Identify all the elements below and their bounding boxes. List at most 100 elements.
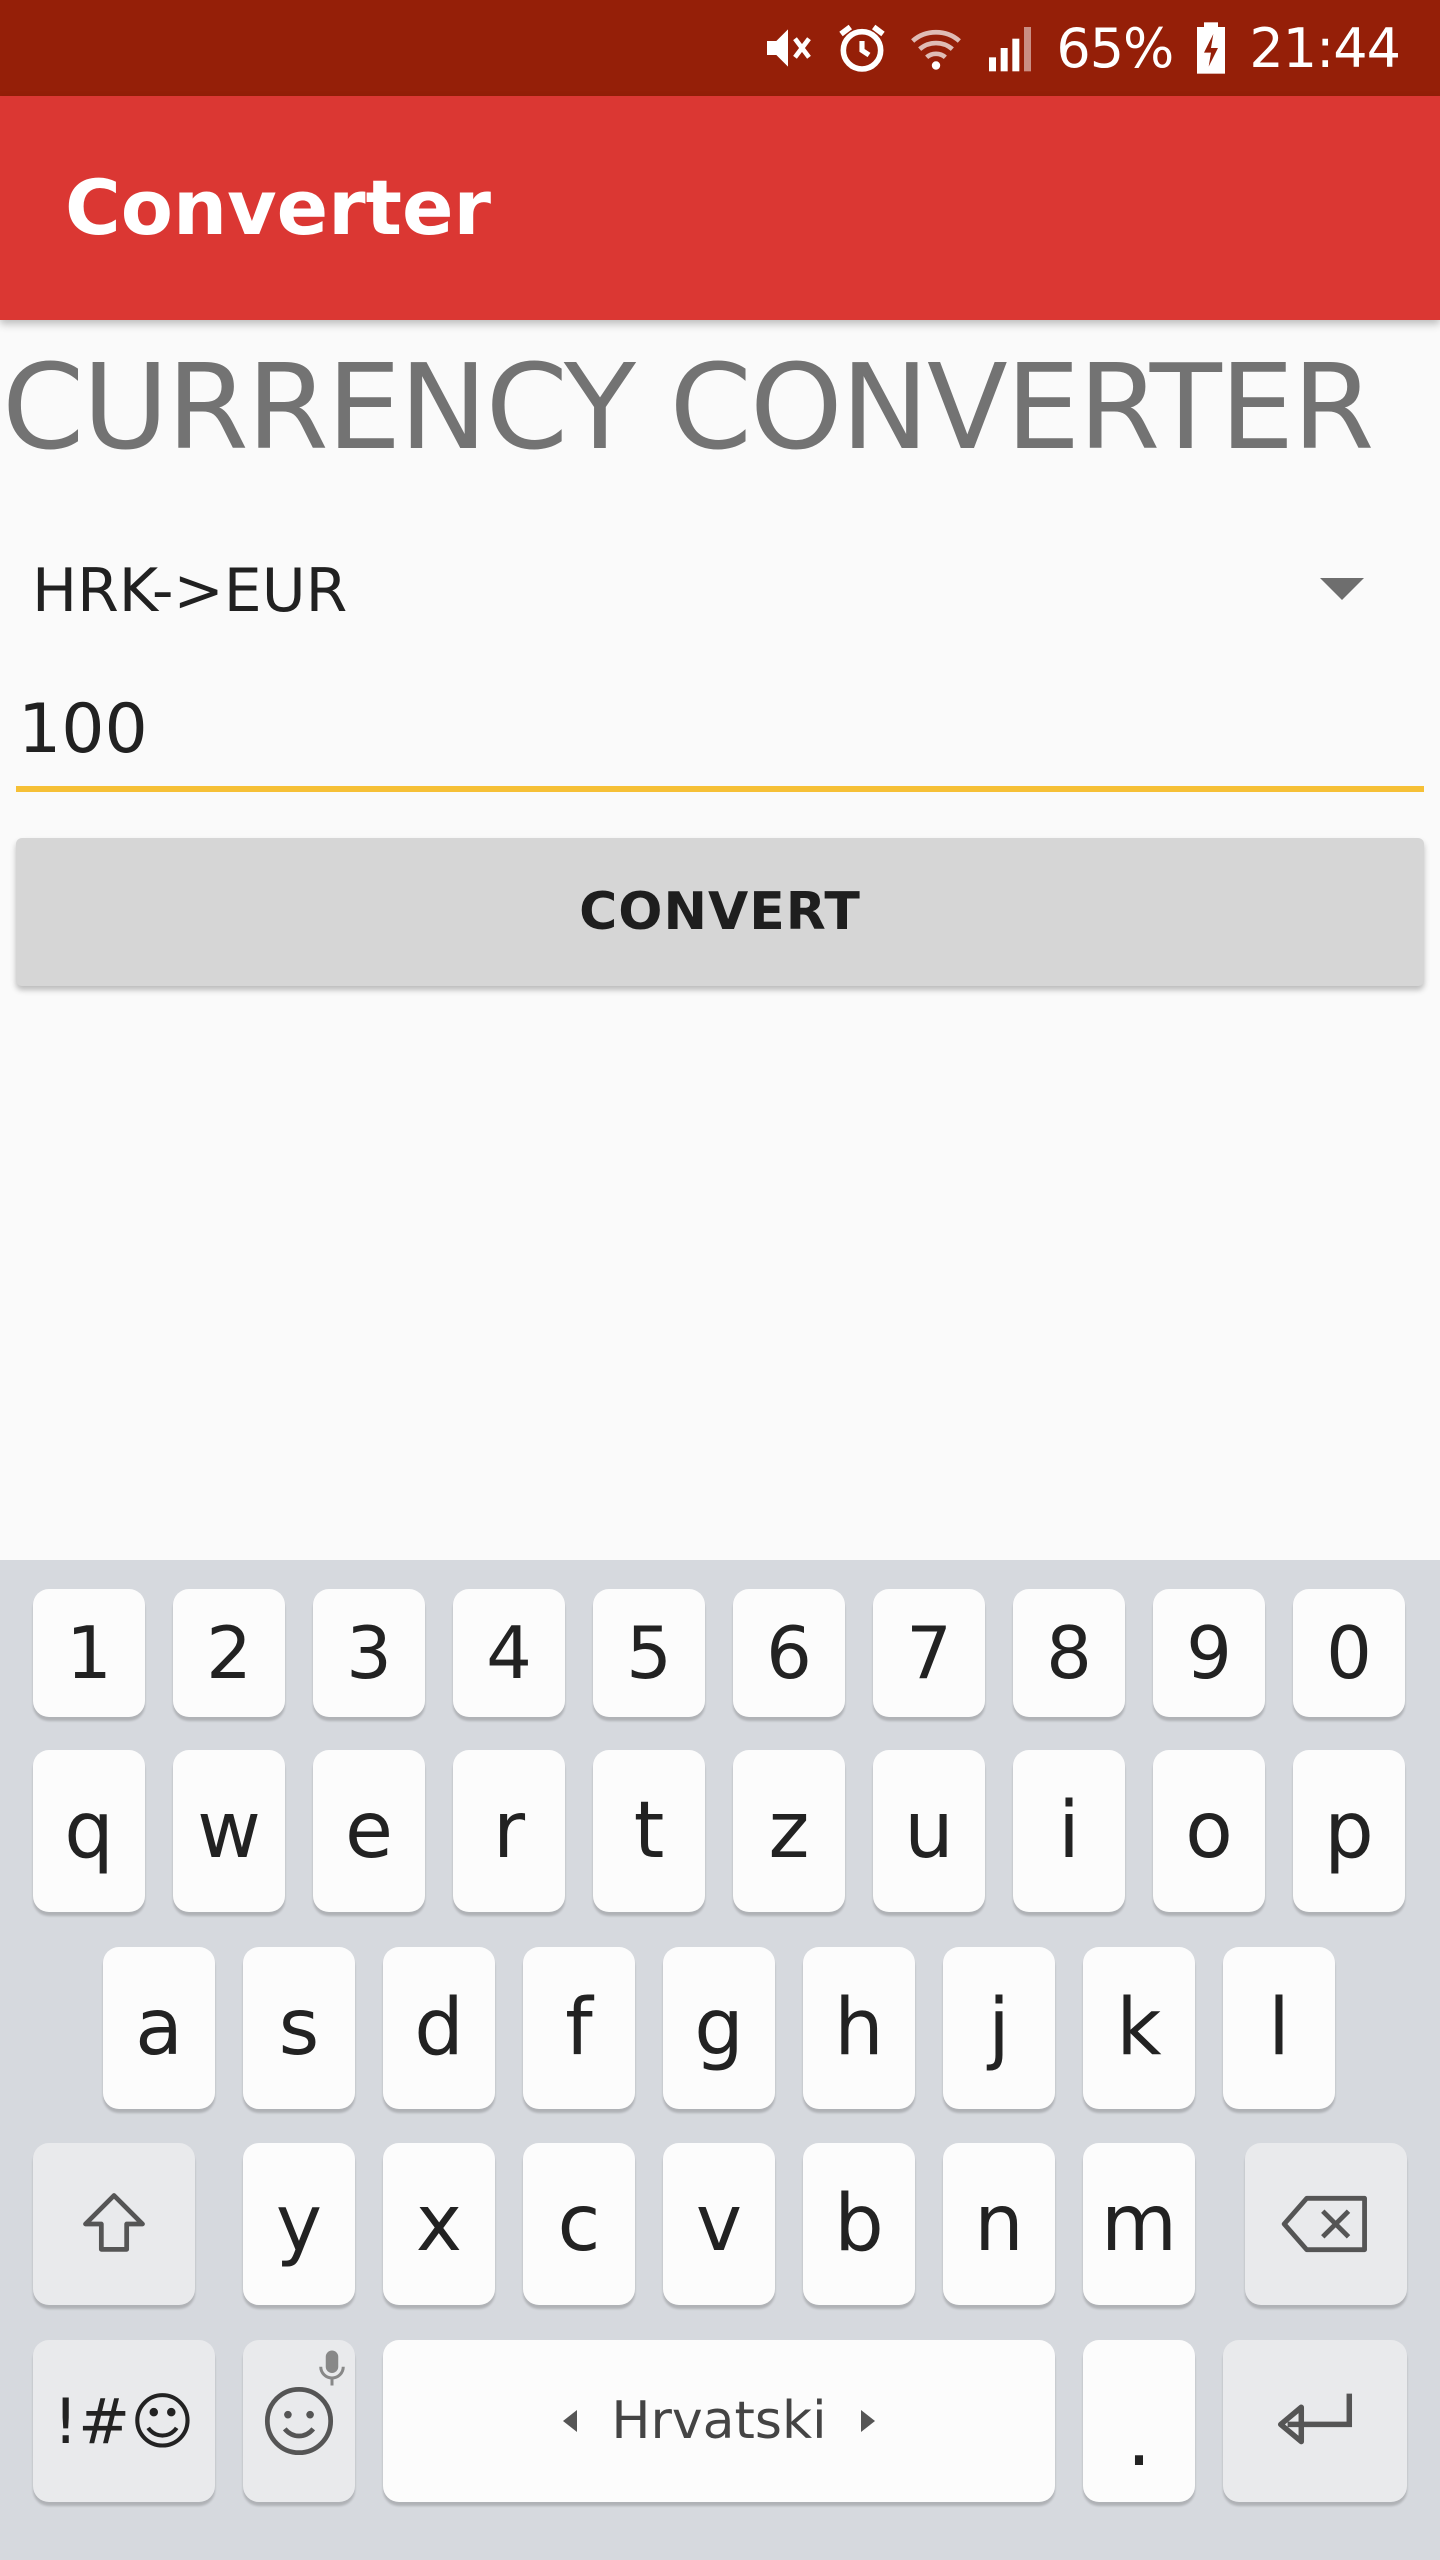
key-label: c [557,2179,601,2269]
key-label: 3 [346,1611,392,1695]
key-label: t [633,1786,665,1876]
key-label: 6 [766,1611,812,1695]
key-label: n [974,2179,1024,2269]
key-j[interactable]: j [943,1947,1055,2109]
key-g[interactable]: g [663,1947,775,2109]
key-label: q [64,1786,114,1876]
key-r[interactable]: r [453,1750,565,1912]
space-key-label: Hrvatski [611,2391,827,2451]
key-h[interactable]: h [803,1947,915,2109]
key-c[interactable]: c [523,2143,635,2305]
key-1[interactable]: 1 [33,1589,145,1717]
soft-keyboard: 1 2 3 4 5 6 7 8 9 0 q w e r t z u i o p … [0,1560,1440,2560]
dropdown-arrow-icon [1320,578,1364,600]
key-label: !#☺ [53,2384,195,2458]
shift-key[interactable] [33,2143,195,2305]
key-label: o [1185,1786,1233,1876]
key-label: . [1126,2394,1152,2484]
key-label: 0 [1326,1611,1372,1695]
key-label: m [1101,2179,1177,2269]
battery-percent: 65% [1056,16,1174,80]
key-7[interactable]: 7 [873,1589,985,1717]
key-e[interactable]: e [313,1750,425,1912]
key-n[interactable]: n [943,2143,1055,2305]
key-label: 7 [906,1611,952,1695]
key-s[interactable]: s [243,1947,355,2109]
period-key[interactable]: . [1083,2340,1195,2502]
key-a[interactable]: a [103,1947,215,2109]
key-label: x [415,2179,463,2269]
key-d[interactable]: d [383,1947,495,2109]
key-f[interactable]: f [523,1947,635,2109]
key-8[interactable]: 8 [1013,1589,1125,1717]
key-label: 1 [66,1611,112,1695]
backspace-key[interactable] [1245,2143,1407,2305]
emoji-key[interactable] [243,2340,355,2502]
key-label: s [278,1983,320,2073]
key-z[interactable]: z [733,1750,845,1912]
key-label: k [1116,1983,1162,2073]
symbols-key[interactable]: !#☺ [33,2340,215,2502]
key-2[interactable]: 2 [173,1589,285,1717]
shift-icon [83,2193,145,2252]
key-x[interactable]: x [383,2143,495,2305]
backspace-icon [1281,2195,1367,2253]
key-4[interactable]: 4 [453,1589,565,1717]
key-q[interactable]: q [33,1750,145,1912]
key-u[interactable]: u [873,1750,985,1912]
currency-pair-value: HRK->EUR [32,556,348,626]
app-title: Converter [65,163,492,252]
battery-charging-icon [1191,20,1231,76]
key-y[interactable]: y [243,2143,355,2305]
currency-pair-dropdown[interactable]: HRK->EUR [16,530,1424,650]
key-3[interactable]: 3 [313,1589,425,1717]
status-icons: 65% 21:44 [760,0,1401,96]
key-label: j [988,1983,1010,2073]
key-o[interactable]: o [1153,1750,1265,1912]
amount-value: 100 [18,690,148,769]
key-label: g [694,1983,744,2073]
page-heading: CURRENCY CONVERTER [2,338,1374,476]
key-label: p [1324,1786,1374,1876]
key-b[interactable]: b [803,2143,915,2305]
key-t[interactable]: t [593,1750,705,1912]
key-k[interactable]: k [1083,1947,1195,2109]
key-label: f [565,1983,593,2073]
key-w[interactable]: w [173,1750,285,1912]
key-label: r [492,1786,526,1876]
key-l[interactable]: l [1223,1947,1335,2109]
key-label: b [834,2179,884,2269]
alarm-icon [834,20,890,76]
key-p[interactable]: p [1293,1750,1405,1912]
enter-icon [1277,2393,1353,2445]
key-label: 5 [626,1611,672,1695]
key-i[interactable]: i [1013,1750,1125,1912]
key-label: v [695,2179,743,2269]
key-m[interactable]: m [1083,2143,1195,2305]
space-key[interactable]: Hrvatski [383,2340,1055,2502]
mic-icon [319,2350,345,2386]
key-label: e [345,1786,393,1876]
key-label: 9 [1186,1611,1232,1695]
clock: 21:44 [1249,16,1401,80]
language-right-arrow-icon [860,2410,875,2432]
key-0[interactable]: 0 [1293,1589,1405,1717]
language-left-arrow-icon [563,2410,578,2432]
key-6[interactable]: 6 [733,1589,845,1717]
key-v[interactable]: v [663,2143,775,2305]
key-label: 4 [486,1611,532,1695]
key-label: 8 [1046,1611,1092,1695]
signal-icon [982,20,1038,76]
key-9[interactable]: 9 [1153,1589,1265,1717]
key-label: y [275,2179,323,2269]
app-bar: Converter [0,96,1440,320]
amount-input[interactable]: 100 [16,672,1424,792]
mute-icon [760,20,816,76]
enter-key[interactable] [1223,2340,1407,2502]
key-label: h [834,1983,884,2073]
key-label: u [904,1786,954,1876]
convert-button[interactable]: CONVERT [16,838,1424,986]
key-label: 2 [206,1611,252,1695]
key-label: i [1058,1786,1080,1876]
key-5[interactable]: 5 [593,1589,705,1717]
